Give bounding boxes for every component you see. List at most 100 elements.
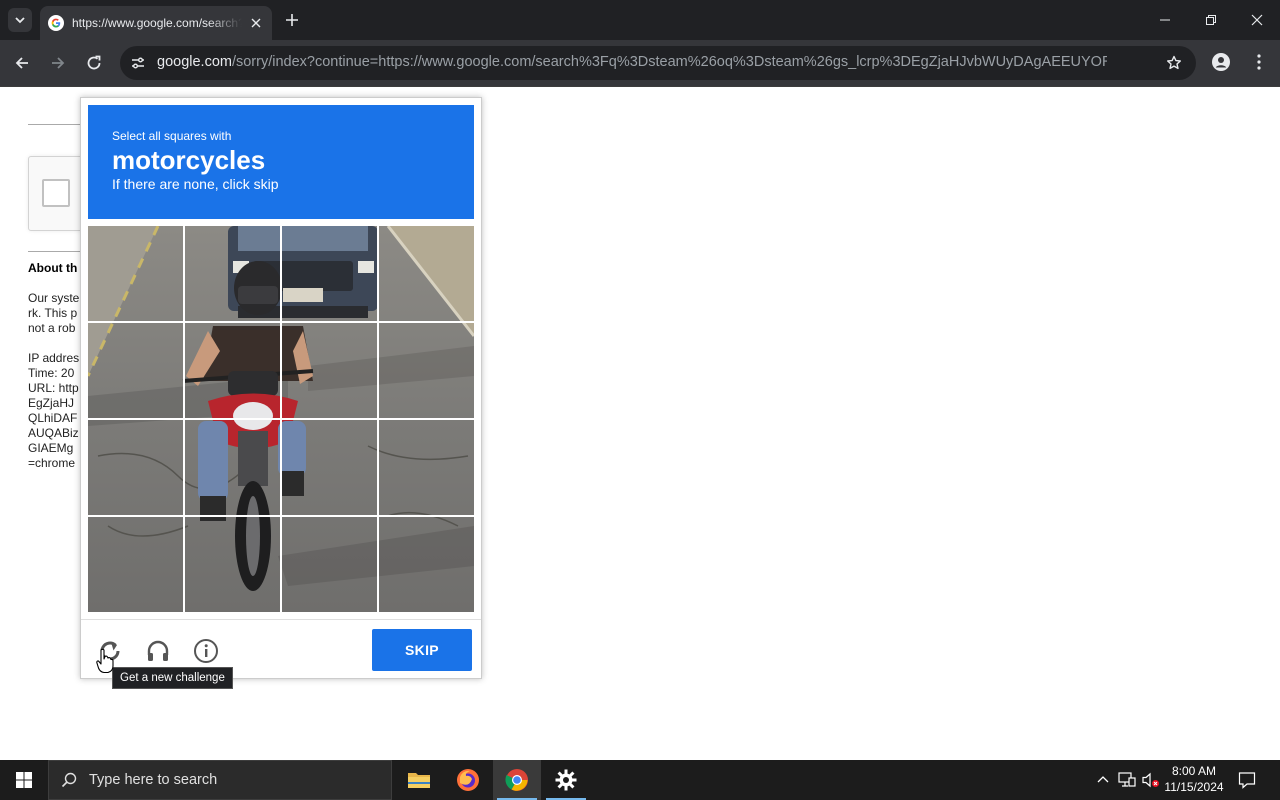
restore-button[interactable] xyxy=(1188,0,1234,40)
challenge-tile[interactable] xyxy=(88,517,183,612)
more-vertical-icon xyxy=(1257,54,1261,70)
footer-divider xyxy=(81,619,481,620)
profile-button[interactable] xyxy=(1208,49,1234,75)
divider xyxy=(28,124,80,125)
google-favicon-icon xyxy=(48,15,64,31)
volume-muted-icon[interactable] xyxy=(1141,770,1161,790)
text-line: AUQABiz xyxy=(28,426,79,440)
site-info-icon[interactable] xyxy=(128,53,148,73)
reload-icon xyxy=(87,55,101,70)
firefox-app[interactable] xyxy=(444,760,492,800)
system-clock[interactable]: 8:00 AM 11/15/2024 xyxy=(1160,763,1228,795)
text-line: URL: http xyxy=(28,381,79,395)
file-explorer-app[interactable] xyxy=(395,760,443,800)
text-line: Our syste xyxy=(28,291,80,305)
about-heading: About th xyxy=(28,261,78,275)
windows-logo-icon xyxy=(16,772,32,788)
challenge-tile[interactable] xyxy=(379,323,474,418)
headphones-icon xyxy=(147,640,169,661)
reload-button[interactable] xyxy=(81,50,107,76)
challenge-tile[interactable] xyxy=(88,420,183,515)
arrow-right-icon xyxy=(52,57,65,69)
browser-tab[interactable]: https://www.google.com/search?q=steam xyxy=(40,6,272,40)
url-path: /sorry/index?continue=https://www.google… xyxy=(231,54,1107,70)
windows-taskbar: Type here to search 8:00 AM 11/15/2024 xyxy=(0,760,1280,800)
challenge-tile[interactable] xyxy=(282,420,377,515)
browser-menu-button[interactable] xyxy=(1246,49,1272,75)
forward-button[interactable] xyxy=(45,50,71,76)
url-host: google.com xyxy=(157,54,232,70)
skip-hint: If there are none, click skip xyxy=(112,176,279,192)
challenge-tile[interactable] xyxy=(379,226,474,321)
back-button[interactable] xyxy=(9,50,35,76)
skip-button[interactable]: SKIP xyxy=(372,629,472,671)
chrome-icon xyxy=(505,769,528,791)
challenge-tile[interactable] xyxy=(88,323,183,418)
challenge-tile[interactable] xyxy=(282,517,377,612)
challenge-tile[interactable] xyxy=(88,226,183,321)
address-bar[interactable]: google.com/sorry/index?continue=https://… xyxy=(120,46,1196,80)
browser-toolbar: google.com/sorry/index?continue=https://… xyxy=(0,40,1280,87)
request-details: IP addres Time: 20 URL: http EgZjaHJ QLh… xyxy=(28,351,84,471)
recaptcha-anchor xyxy=(28,156,88,231)
text-line: GIAEMg xyxy=(28,441,74,455)
start-button[interactable] xyxy=(0,760,48,800)
notifications-icon[interactable] xyxy=(1237,770,1257,790)
plus-icon xyxy=(286,14,298,26)
text-line: rk. This p xyxy=(28,306,78,320)
text-line: IP addres xyxy=(28,351,80,365)
network-icon[interactable] xyxy=(1117,770,1137,790)
close-icon xyxy=(1251,14,1263,26)
target-object: motorcycles xyxy=(112,145,266,175)
divider xyxy=(28,251,80,252)
recaptcha-challenge: Select all squares with motorcycles If t… xyxy=(80,97,482,679)
arrow-left-icon xyxy=(15,57,28,69)
clock-time: 8:00 AM xyxy=(1171,764,1217,778)
person-icon xyxy=(1212,53,1230,71)
challenge-tile[interactable] xyxy=(379,517,474,612)
audio-challenge-button[interactable] xyxy=(142,635,174,667)
tab-title: https://www.google.com/search?q=steam xyxy=(72,16,242,30)
minimize-icon xyxy=(1160,19,1170,21)
text-line: EgZjaHJ xyxy=(28,396,75,410)
explanation-text: Our syste rk. This p not a rob xyxy=(28,291,84,336)
new-tab-button[interactable] xyxy=(280,8,304,32)
tab-search-button[interactable] xyxy=(8,8,32,32)
challenge-tile[interactable] xyxy=(185,323,280,418)
text-line: QLhiDAF xyxy=(28,411,78,425)
minimize-button[interactable] xyxy=(1142,0,1188,40)
challenge-tile[interactable] xyxy=(185,420,280,515)
challenge-tile[interactable] xyxy=(379,420,474,515)
challenge-tile[interactable] xyxy=(185,517,280,612)
challenge-tile[interactable] xyxy=(185,226,280,321)
show-hidden-icons-icon[interactable] xyxy=(1093,770,1113,790)
challenge-tile[interactable] xyxy=(282,323,377,418)
gear-icon xyxy=(555,769,577,791)
text-line: not a rob xyxy=(28,321,76,335)
info-button[interactable] xyxy=(190,635,222,667)
folder-icon xyxy=(408,773,430,788)
info-icon xyxy=(194,639,218,663)
bookmark-star-icon[interactable] xyxy=(1164,53,1184,73)
text-line: Time: 20 xyxy=(28,366,75,380)
text-line: =chrome xyxy=(28,456,76,470)
search-icon xyxy=(49,772,89,788)
taskbar-search-box[interactable]: Type here to search xyxy=(48,760,392,800)
reload-tooltip: Get a new challenge xyxy=(112,667,233,689)
instruction-text: Select all squares with xyxy=(112,129,232,143)
close-window-button[interactable] xyxy=(1234,0,1280,40)
hand-cursor-icon xyxy=(96,648,114,674)
firefox-icon xyxy=(457,769,479,791)
settings-app[interactable] xyxy=(542,760,590,800)
restore-icon xyxy=(1206,15,1216,25)
challenge-header: Select all squares with motorcycles If t… xyxy=(88,105,474,219)
close-tab-icon[interactable] xyxy=(248,15,264,31)
recaptcha-checkbox[interactable] xyxy=(42,179,70,207)
challenge-tile[interactable] xyxy=(282,226,377,321)
tab-strip: https://www.google.com/search?q=steam xyxy=(0,0,1280,40)
url-text: google.com/sorry/index?continue=https://… xyxy=(157,54,1107,70)
clock-date: 11/15/2024 xyxy=(1164,780,1224,794)
challenge-image-grid xyxy=(88,226,474,612)
chevron-down-icon xyxy=(15,17,25,24)
chrome-app[interactable] xyxy=(493,760,541,800)
